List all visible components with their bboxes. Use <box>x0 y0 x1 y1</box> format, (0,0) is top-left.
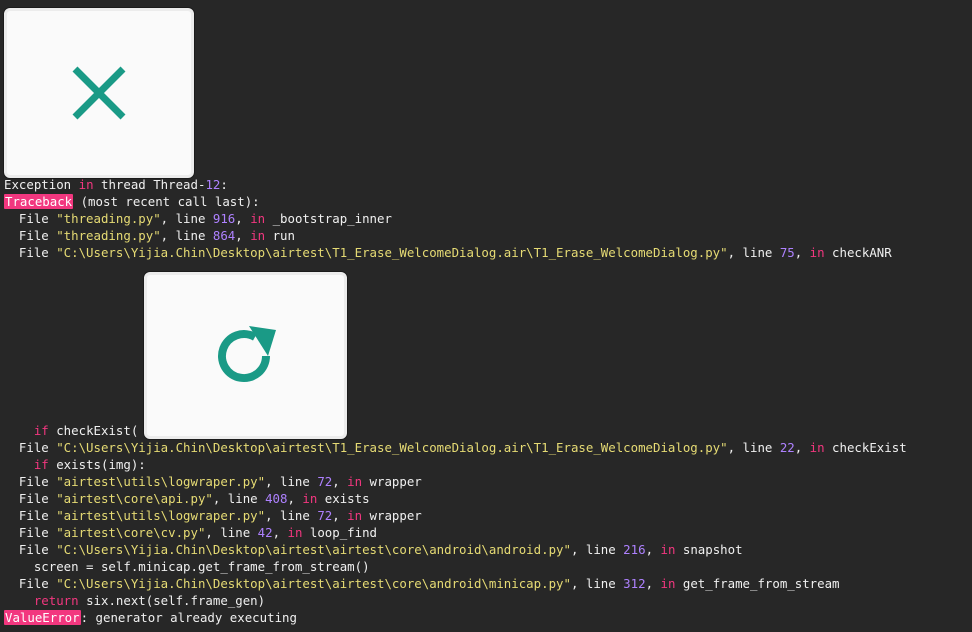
log-line: File "C:\Users\Yijia.Chin\Desktop\airtes… <box>4 245 892 260</box>
log-line: File "threading.py", line 916, in _boots… <box>4 211 392 226</box>
close-icon <box>72 66 126 120</box>
error-badge: ValueError <box>4 610 81 625</box>
log-line: File "airtest\utils\logwraper.py", line … <box>4 508 422 523</box>
log-line: File "airtest\utils\logwraper.py", line … <box>4 474 422 489</box>
log-line: if exists(img): <box>33 457 146 472</box>
refresh-icon <box>217 325 276 382</box>
traceback-badge: Traceback <box>4 194 74 209</box>
log-line: File "airtest\core\cv.py", line 42, in l… <box>4 525 378 540</box>
log-line: Exception in thread Thread-12: <box>4 177 228 192</box>
log-line: ValueError: generator already executing <box>4 610 297 625</box>
log-line: File "C:\Users\Yijia.Chin\Desktop\airtes… <box>4 576 840 591</box>
image-thumbnail-close[interactable] <box>4 8 194 178</box>
log-line: return six.next(self.frame_gen) <box>33 593 266 608</box>
log-line: Traceback (most recent call last): <box>4 194 260 209</box>
log-line: File "threading.py", line 864, in run <box>4 228 295 243</box>
log-line: File "C:\Users\Yijia.Chin\Desktop\airtes… <box>4 440 907 455</box>
console-output: Exception in thread Thread-12: Traceback… <box>0 0 972 632</box>
log-line: screen = self.minicap.get_frame_from_str… <box>4 559 370 574</box>
image-thumbnail-refresh[interactable] <box>144 272 347 439</box>
log-line: File "airtest\core\api.py", line 408, in… <box>4 491 370 506</box>
log-line: File "C:\Users\Yijia.Chin\Desktop\airtes… <box>4 542 743 557</box>
